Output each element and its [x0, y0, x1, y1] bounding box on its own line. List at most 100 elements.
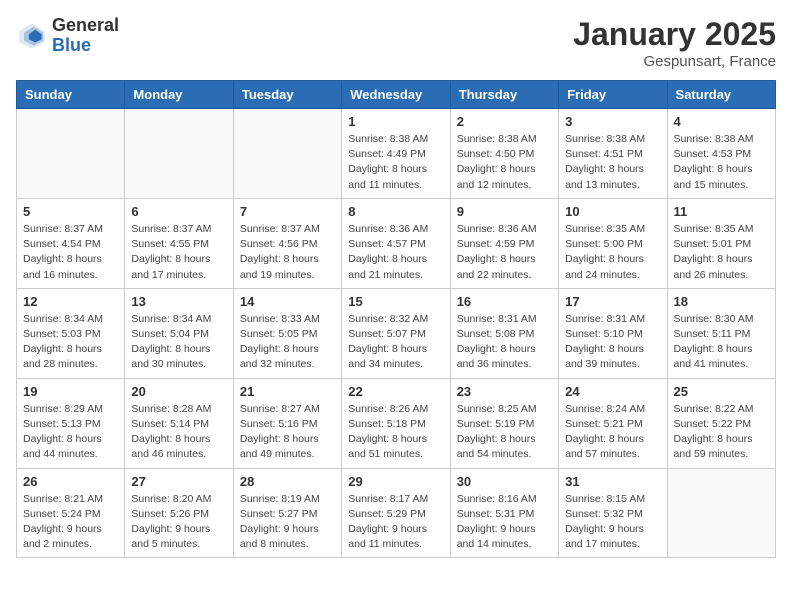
day-info: Sunrise: 8:32 AM Sunset: 5:07 PM Dayligh… — [348, 312, 443, 373]
calendar-cell: 17 Sunrise: 8:31 AM Sunset: 5:10 PM Dayli… — [559, 288, 667, 378]
day-info: Sunrise: 8:37 AM Sunset: 4:55 PM Dayligh… — [131, 222, 226, 283]
day-info: Sunrise: 8:20 AM Sunset: 5:26 PM Dayligh… — [131, 492, 226, 553]
title-block: January 2025 Gespunsart, France — [573, 16, 776, 70]
day-number: 17 — [565, 294, 660, 309]
day-number: 16 — [457, 294, 552, 309]
day-info: Sunrise: 8:19 AM Sunset: 5:27 PM Dayligh… — [240, 492, 335, 553]
week-row-3: 12 Sunrise: 8:34 AM Sunset: 5:03 PM Dayli… — [17, 288, 776, 378]
day-info: Sunrise: 8:17 AM Sunset: 5:29 PM Dayligh… — [348, 492, 443, 553]
day-number: 27 — [131, 474, 226, 489]
calendar-cell: 11 Sunrise: 8:35 AM Sunset: 5:01 PM Dayli… — [667, 198, 775, 288]
calendar-cell: 24 Sunrise: 8:24 AM Sunset: 5:21 PM Dayli… — [559, 378, 667, 468]
day-number: 30 — [457, 474, 552, 489]
day-number: 8 — [348, 204, 443, 219]
calendar-cell — [17, 109, 125, 199]
day-number: 2 — [457, 114, 552, 129]
day-info: Sunrise: 8:28 AM Sunset: 5:14 PM Dayligh… — [131, 402, 226, 463]
day-number: 24 — [565, 384, 660, 399]
day-number: 21 — [240, 384, 335, 399]
day-info: Sunrise: 8:16 AM Sunset: 5:31 PM Dayligh… — [457, 492, 552, 553]
calendar-cell: 25 Sunrise: 8:22 AM Sunset: 5:22 PM Dayli… — [667, 378, 775, 468]
day-info: Sunrise: 8:35 AM Sunset: 5:01 PM Dayligh… — [674, 222, 769, 283]
day-number: 7 — [240, 204, 335, 219]
calendar-cell — [125, 109, 233, 199]
logo: General Blue — [16, 16, 119, 56]
calendar-cell: 12 Sunrise: 8:34 AM Sunset: 5:03 PM Dayli… — [17, 288, 125, 378]
calendar-cell — [667, 468, 775, 558]
day-info: Sunrise: 8:34 AM Sunset: 5:04 PM Dayligh… — [131, 312, 226, 373]
day-info: Sunrise: 8:24 AM Sunset: 5:21 PM Dayligh… — [565, 402, 660, 463]
calendar-table: SundayMondayTuesdayWednesdayThursdayFrid… — [16, 80, 776, 558]
calendar-cell: 26Sunrise: 8:21 AM Sunset: 5:24 PM Dayli… — [17, 468, 125, 558]
calendar-cell — [233, 109, 341, 199]
day-number: 14 — [240, 294, 335, 309]
day-info: Sunrise: 8:35 AM Sunset: 5:00 PM Dayligh… — [565, 222, 660, 283]
day-number: 22 — [348, 384, 443, 399]
day-number: 29 — [348, 474, 443, 489]
day-info: Sunrise: 8:29 AM Sunset: 5:13 PM Dayligh… — [23, 402, 118, 463]
day-info: Sunrise: 8:21 AM Sunset: 5:24 PM Dayligh… — [23, 492, 118, 553]
day-info: Sunrise: 8:38 AM Sunset: 4:51 PM Dayligh… — [565, 132, 660, 193]
calendar-cell: 29 Sunrise: 8:17 AM Sunset: 5:29 PM Dayli… — [342, 468, 450, 558]
calendar-cell: 30 Sunrise: 8:16 AM Sunset: 5:31 PM Dayli… — [450, 468, 558, 558]
day-info: Sunrise: 8:25 AM Sunset: 5:19 PM Dayligh… — [457, 402, 552, 463]
weekday-header-row: SundayMondayTuesdayWednesdayThursdayFrid… — [17, 81, 776, 109]
day-number: 25 — [674, 384, 769, 399]
calendar-cell: 1Sunrise: 8:38 AM Sunset: 4:49 PM Daylig… — [342, 109, 450, 199]
week-row-5: 26Sunrise: 8:21 AM Sunset: 5:24 PM Dayli… — [17, 468, 776, 558]
day-info: Sunrise: 8:33 AM Sunset: 5:05 PM Dayligh… — [240, 312, 335, 373]
calendar-cell: 21 Sunrise: 8:27 AM Sunset: 5:16 PM Dayli… — [233, 378, 341, 468]
calendar-cell: 3 Sunrise: 8:38 AM Sunset: 4:51 PM Daylig… — [559, 109, 667, 199]
day-number: 9 — [457, 204, 552, 219]
day-number: 4 — [674, 114, 769, 129]
calendar-cell: 5Sunrise: 8:37 AM Sunset: 4:54 PM Daylig… — [17, 198, 125, 288]
day-info: Sunrise: 8:36 AM Sunset: 4:59 PM Dayligh… — [457, 222, 552, 283]
weekday-header-saturday: Saturday — [667, 81, 775, 109]
calendar-cell: 16 Sunrise: 8:31 AM Sunset: 5:08 PM Dayli… — [450, 288, 558, 378]
day-number: 13 — [131, 294, 226, 309]
calendar-cell: 22 Sunrise: 8:26 AM Sunset: 5:18 PM Dayli… — [342, 378, 450, 468]
day-number: 20 — [131, 384, 226, 399]
day-info: Sunrise: 8:31 AM Sunset: 5:10 PM Dayligh… — [565, 312, 660, 373]
day-info: Sunrise: 8:38 AM Sunset: 4:49 PM Dayligh… — [348, 132, 443, 193]
weekday-header-tuesday: Tuesday — [233, 81, 341, 109]
day-info: Sunrise: 8:36 AM Sunset: 4:57 PM Dayligh… — [348, 222, 443, 283]
logo-text: General Blue — [52, 16, 119, 56]
calendar-cell: 2Sunrise: 8:38 AM Sunset: 4:50 PM Daylig… — [450, 109, 558, 199]
calendar-cell: 23 Sunrise: 8:25 AM Sunset: 5:19 PM Dayli… — [450, 378, 558, 468]
calendar-cell: 14 Sunrise: 8:33 AM Sunset: 5:05 PM Dayli… — [233, 288, 341, 378]
calendar-cell: 8 Sunrise: 8:36 AM Sunset: 4:57 PM Daylig… — [342, 198, 450, 288]
day-number: 3 — [565, 114, 660, 129]
day-number: 10 — [565, 204, 660, 219]
week-row-4: 19Sunrise: 8:29 AM Sunset: 5:13 PM Dayli… — [17, 378, 776, 468]
day-info: Sunrise: 8:22 AM Sunset: 5:22 PM Dayligh… — [674, 402, 769, 463]
calendar-cell: 10 Sunrise: 8:35 AM Sunset: 5:00 PM Dayli… — [559, 198, 667, 288]
page-header: General Blue January 2025 Gespunsart, Fr… — [16, 16, 776, 70]
weekday-header-thursday: Thursday — [450, 81, 558, 109]
day-info: Sunrise: 8:34 AM Sunset: 5:03 PM Dayligh… — [23, 312, 118, 373]
day-info: Sunrise: 8:31 AM Sunset: 5:08 PM Dayligh… — [457, 312, 552, 373]
day-number: 12 — [23, 294, 118, 309]
calendar-cell: 6Sunrise: 8:37 AM Sunset: 4:55 PM Daylig… — [125, 198, 233, 288]
calendar-cell: 27 Sunrise: 8:20 AM Sunset: 5:26 PM Dayli… — [125, 468, 233, 558]
calendar-cell: 31Sunrise: 8:15 AM Sunset: 5:32 PM Dayli… — [559, 468, 667, 558]
calendar-cell: 9 Sunrise: 8:36 AM Sunset: 4:59 PM Daylig… — [450, 198, 558, 288]
day-number: 15 — [348, 294, 443, 309]
week-row-2: 5Sunrise: 8:37 AM Sunset: 4:54 PM Daylig… — [17, 198, 776, 288]
month-year: January 2025 — [573, 16, 776, 53]
weekday-header-wednesday: Wednesday — [342, 81, 450, 109]
day-number: 5 — [23, 204, 118, 219]
location: Gespunsart, France — [573, 53, 776, 70]
calendar-cell: 13 Sunrise: 8:34 AM Sunset: 5:04 PM Dayli… — [125, 288, 233, 378]
day-number: 31 — [565, 474, 660, 489]
day-info: Sunrise: 8:37 AM Sunset: 4:56 PM Dayligh… — [240, 222, 335, 283]
day-info: Sunrise: 8:27 AM Sunset: 5:16 PM Dayligh… — [240, 402, 335, 463]
day-number: 11 — [674, 204, 769, 219]
day-number: 18 — [674, 294, 769, 309]
day-number: 28 — [240, 474, 335, 489]
day-info: Sunrise: 8:30 AM Sunset: 5:11 PM Dayligh… — [674, 312, 769, 373]
calendar-cell: 20 Sunrise: 8:28 AM Sunset: 5:14 PM Dayli… — [125, 378, 233, 468]
calendar-cell: 4Sunrise: 8:38 AM Sunset: 4:53 PM Daylig… — [667, 109, 775, 199]
day-info: Sunrise: 8:26 AM Sunset: 5:18 PM Dayligh… — [348, 402, 443, 463]
day-number: 23 — [457, 384, 552, 399]
